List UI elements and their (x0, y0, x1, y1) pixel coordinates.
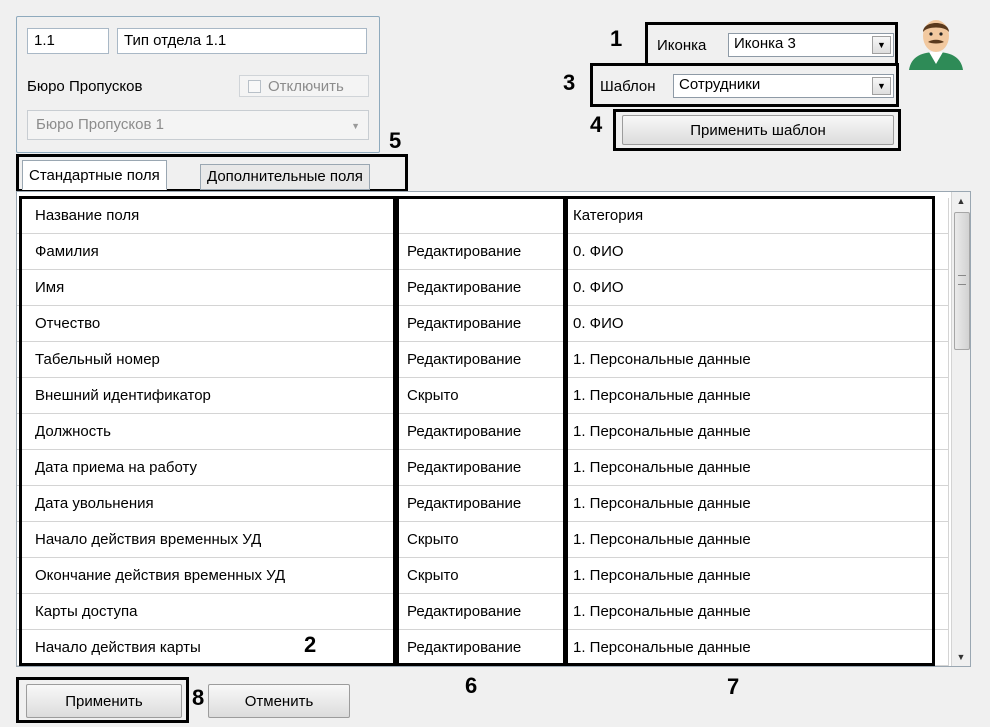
apply-button[interactable]: Применить (26, 684, 182, 718)
disable-label: Отключить (268, 78, 344, 95)
department-select[interactable]: Бюро Пропусков 1 ▼ (27, 110, 369, 140)
scroll-down-icon[interactable]: ▼ (952, 648, 970, 666)
icon-select-value: Иконка 3 (734, 35, 796, 52)
callout-number-6: 6 (465, 673, 478, 698)
scroll-thumb[interactable] (954, 212, 970, 350)
icon-label: Иконка (657, 37, 707, 54)
icon-select[interactable]: Иконка 3 ▼ (728, 33, 894, 57)
callout-box-2 (19, 196, 396, 666)
tab-standard-fields[interactable]: Стандартные поля (22, 160, 167, 190)
callout-number-4: 4 (590, 112, 603, 137)
group-code-field[interactable]: 1.1 (27, 28, 109, 54)
chevron-down-icon: ▼ (351, 121, 360, 131)
department-label: Бюро Пропусков (27, 78, 143, 95)
callout-number-1: 1 (610, 26, 623, 51)
person-avatar-icon (905, 12, 967, 74)
disable-checkbox-control[interactable]: Отключить (239, 75, 369, 97)
callout-box-7 (563, 196, 935, 666)
apply-template-button[interactable]: Применить шаблон (622, 115, 894, 145)
callout-number-2: 2 (300, 634, 321, 656)
chevron-down-icon[interactable]: ▼ (872, 77, 891, 95)
chevron-down-icon[interactable]: ▼ (872, 36, 891, 54)
template-label: Шаблон (600, 78, 656, 95)
template-select[interactable]: Сотрудники ▼ (673, 74, 894, 98)
template-select-value: Сотрудники (679, 76, 761, 93)
callout-number-8: 8 (192, 685, 205, 710)
callout-number-7: 7 (727, 674, 740, 699)
callout-number-3: 3 (563, 70, 576, 95)
cancel-button[interactable]: Отменить (208, 684, 350, 718)
scroll-up-icon[interactable]: ▲ (952, 192, 970, 210)
disable-checkbox[interactable] (248, 80, 261, 93)
department-select-value: Бюро Пропусков 1 (36, 116, 164, 133)
group-name-field[interactable]: Тип отдела 1.1 (117, 28, 367, 54)
callout-number-5: 5 (389, 128, 402, 153)
callout-box-6 (396, 196, 568, 666)
tab-additional-fields[interactable]: Дополнительные поля (200, 164, 370, 190)
vertical-scrollbar[interactable]: ▲ ▼ (951, 192, 970, 666)
group-panel: 1.1 Тип отдела 1.1 Бюро Пропусков Отключ… (16, 16, 380, 153)
